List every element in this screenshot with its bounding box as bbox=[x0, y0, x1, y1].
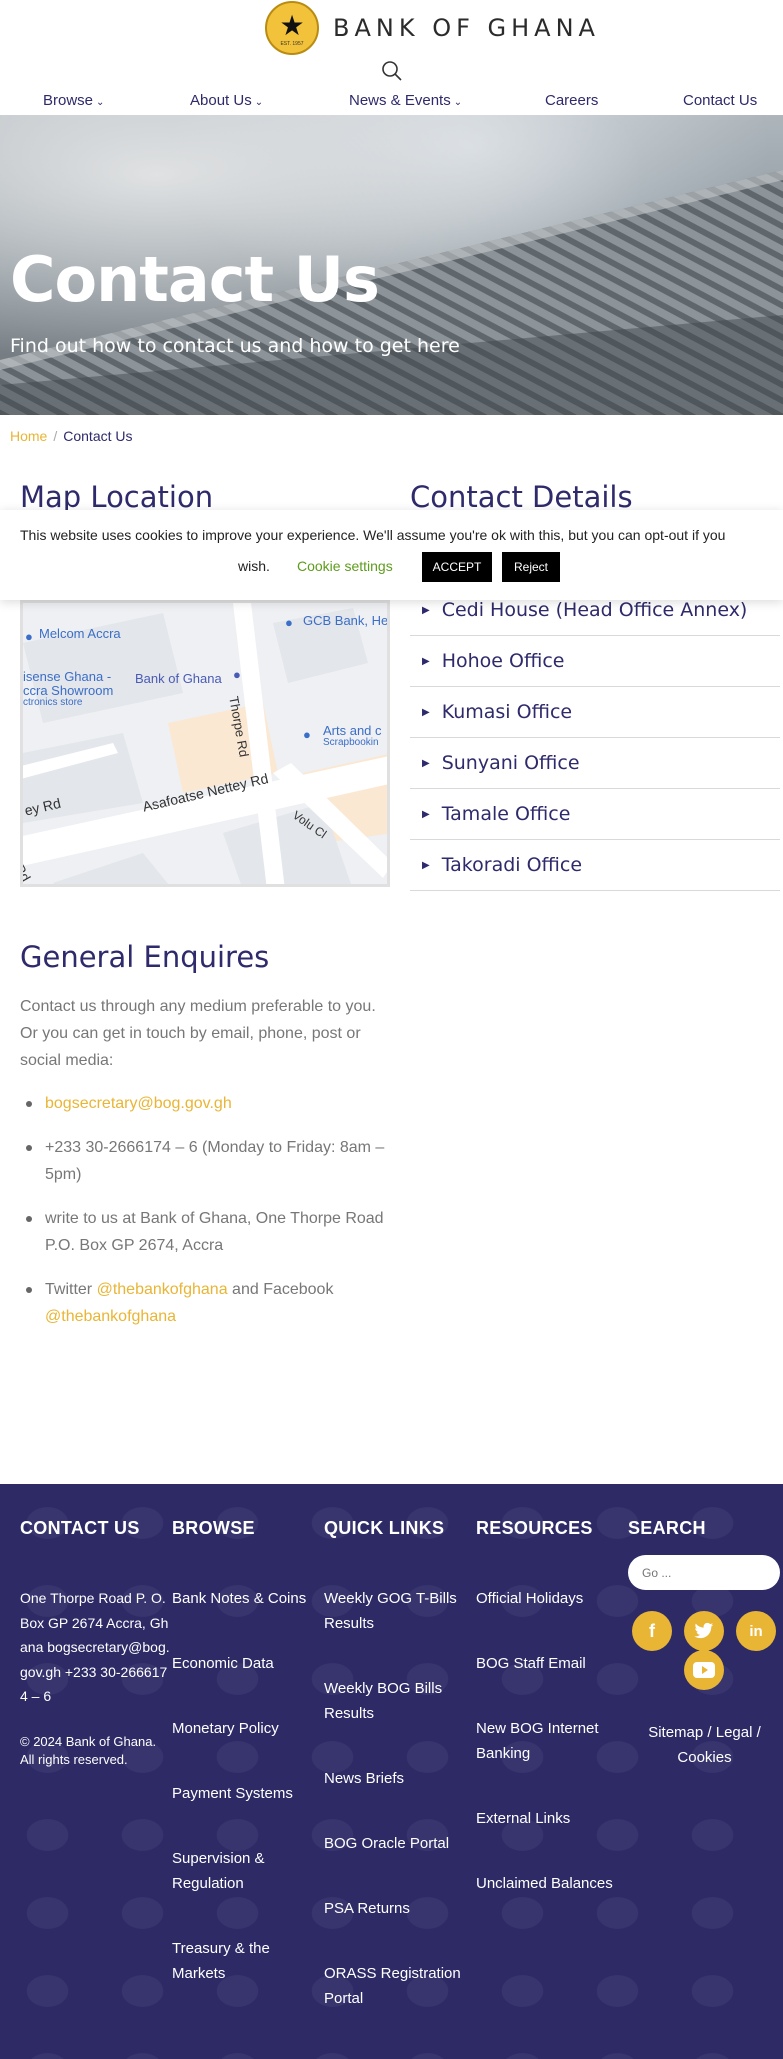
list-item: write to us at Bank of Ghana, One Thorpe… bbox=[20, 1205, 390, 1259]
enquiries-list: bogsecretary@bog.gov.gh +233 30-2666174 … bbox=[20, 1090, 390, 1347]
youtube-icon[interactable] bbox=[684, 1650, 724, 1690]
footer-link[interactable]: Weekly GOG T-Bills Results bbox=[324, 1586, 474, 1636]
hero-banner: Contact Us Find out how to contact us an… bbox=[0, 115, 783, 415]
footer-link[interactable]: BOG Oracle Portal bbox=[324, 1831, 474, 1856]
footer-address: One Thorpe Road P. O. Box GP 2674 Accra,… bbox=[20, 1590, 170, 1704]
footer-link[interactable]: Monetary Policy bbox=[172, 1716, 322, 1741]
google-map[interactable]: ● Melcom Accra ● GCB Bank, He isense Gha… bbox=[20, 600, 390, 887]
footer-browse-heading: BROWSE bbox=[172, 1518, 255, 1538]
site-footer: CONTACT US One Thorpe Road P. O. Box GP … bbox=[0, 1484, 783, 2059]
map-pin-gcb-icon: ● bbox=[285, 615, 293, 630]
contact-details-heading: Contact Details bbox=[410, 480, 633, 514]
facebook-icon[interactable]: f bbox=[632, 1611, 672, 1651]
caret-right-icon: ▶ bbox=[422, 604, 430, 616]
facebook-link[interactable]: @thebankofghana bbox=[45, 1308, 176, 1325]
breadcrumb-separator: / bbox=[53, 428, 58, 444]
footer-link[interactable]: Weekly BOG Bills Results bbox=[324, 1676, 474, 1726]
caret-right-icon: ▶ bbox=[422, 655, 430, 667]
footer-link[interactable]: Unclaimed Balances bbox=[476, 1871, 628, 1896]
main-nav: Browse ⌄ About Us ⌄ News & Events ⌄ Careers… bbox=[0, 92, 783, 114]
nav-careers[interactable]: Careers bbox=[545, 92, 598, 109]
logo[interactable]: ★ EST. 1957 BANK OF GHANA bbox=[265, 0, 600, 56]
footer-link[interactable]: Payment Systems bbox=[172, 1781, 322, 1806]
nav-news-events[interactable]: News & Events ⌄ bbox=[349, 92, 462, 109]
footer-resources: RESOURCES Official Holidays BOG Staff Em… bbox=[476, 1518, 628, 1936]
footer-link[interactable]: Economic Data bbox=[172, 1651, 322, 1676]
footer-link[interactable]: Supervision & Regulation bbox=[172, 1846, 322, 1896]
footer-browse: BROWSE Bank Notes & Coins Economic Data … bbox=[172, 1518, 322, 2026]
list-item: +233 30-2666174 – 6 (Monday to Friday: 8… bbox=[20, 1134, 390, 1188]
office-item[interactable]: ▶ Tamale Office bbox=[410, 789, 780, 840]
footer-resources-heading: RESOURCES bbox=[476, 1518, 593, 1538]
footer-link[interactable]: PSA Returns bbox=[324, 1896, 474, 1921]
footer-link[interactable]: New BOG Internet Banking bbox=[476, 1716, 628, 1766]
footer-link[interactable]: Bank Notes & Coins bbox=[172, 1586, 322, 1611]
cookie-accept-button[interactable]: ACCEPT bbox=[422, 552, 492, 582]
chevron-down-icon: ⌄ bbox=[254, 97, 264, 108]
site-header: ★ EST. 1957 BANK OF GHANA Browse ⌄ About … bbox=[0, 0, 783, 115]
footer-link[interactable]: BOG Staff Email bbox=[476, 1651, 628, 1676]
footer-link[interactable]: ORASS Registration Portal bbox=[324, 1961, 474, 2011]
enquiries-heading: General Enquires bbox=[20, 940, 270, 974]
cookie-settings-link[interactable]: Cookie settings bbox=[297, 558, 393, 574]
office-item[interactable]: ▶ Hohoe Office bbox=[410, 636, 780, 687]
chevron-down-icon: ⌄ bbox=[453, 97, 463, 108]
sitemap-legal-cookies-link[interactable]: Sitemap / Legal / Cookies bbox=[632, 1720, 777, 1770]
office-item[interactable]: ▶ Takoradi Office bbox=[410, 840, 780, 891]
caret-right-icon: ▶ bbox=[422, 808, 430, 820]
search-icon[interactable] bbox=[381, 60, 403, 82]
map-pin-melcom-icon: ● bbox=[25, 629, 33, 644]
logo-seal-icon: ★ EST. 1957 bbox=[265, 1, 319, 55]
footer-contact: CONTACT US One Thorpe Road P. O. Box GP … bbox=[20, 1518, 170, 1769]
footer-contact-heading: CONTACT US bbox=[20, 1518, 140, 1538]
nav-browse[interactable]: Browse ⌄ bbox=[43, 92, 104, 109]
footer-quick-links: QUICK LINKS Weekly GOG T-Bills Results W… bbox=[324, 1518, 474, 2051]
enquiries-intro: Contact us through any medium preferable… bbox=[20, 998, 376, 1069]
nav-about-us[interactable]: About Us ⌄ bbox=[190, 92, 263, 109]
footer-search-heading: SEARCH bbox=[628, 1518, 706, 1538]
logo-text: BANK OF GHANA bbox=[333, 14, 600, 42]
footer-link[interactable]: Treasury & the Markets bbox=[172, 1936, 322, 1986]
breadcrumb: Home / Contact Us bbox=[10, 428, 133, 444]
caret-right-icon: ▶ bbox=[422, 859, 430, 871]
footer-link[interactable]: Official Holidays bbox=[476, 1586, 628, 1611]
linkedin-icon[interactable]: in bbox=[736, 1611, 776, 1651]
footer-link[interactable]: News Briefs bbox=[324, 1766, 474, 1791]
footer-search: SEARCH bbox=[628, 1518, 780, 1590]
list-item: Twitter @thebankofghana and Facebook @th… bbox=[20, 1276, 390, 1330]
breadcrumb-home[interactable]: Home bbox=[10, 428, 47, 444]
hero-subtitle: Find out how to contact us and how to ge… bbox=[10, 335, 460, 357]
footer-quick-links-heading: QUICK LINKS bbox=[324, 1518, 445, 1538]
cookie-message: This website uses cookies to improve you… bbox=[20, 527, 726, 543]
list-item: bogsecretary@bog.gov.gh bbox=[20, 1090, 390, 1117]
footer-search-input[interactable] bbox=[628, 1555, 780, 1590]
office-item[interactable]: ▶ Sunyani Office bbox=[410, 738, 780, 789]
chevron-down-icon: ⌄ bbox=[96, 97, 105, 108]
footer-link[interactable]: External Links bbox=[476, 1806, 628, 1831]
map-heading: Map Location bbox=[20, 480, 214, 514]
caret-right-icon: ▶ bbox=[422, 757, 430, 769]
footer-copyright: © 2024 Bank of Ghana. All rights reserve… bbox=[20, 1733, 157, 1767]
caret-right-icon: ▶ bbox=[422, 706, 430, 718]
office-item[interactable]: ▶ Kumasi Office bbox=[410, 687, 780, 738]
nav-contact-us[interactable]: Contact Us bbox=[683, 92, 757, 109]
cookie-banner: This website uses cookies to improve you… bbox=[0, 510, 783, 600]
office-accordion: ▶ Cedi House (Head Office Annex) ▶ Hohoe O… bbox=[410, 585, 780, 891]
cookie-message-end: wish. bbox=[238, 558, 270, 574]
twitter-link[interactable]: @thebankofghana bbox=[97, 1281, 228, 1298]
breadcrumb-current: Contact Us bbox=[63, 428, 133, 444]
email-link[interactable]: bogsecretary@bog.gov.gh bbox=[45, 1095, 232, 1112]
cookie-reject-button[interactable]: Reject bbox=[502, 552, 560, 582]
map-pin-bog-icon: ● bbox=[233, 667, 241, 682]
map-pin-arts-icon: ● bbox=[303, 727, 311, 742]
hero-title: Contact Us bbox=[10, 243, 380, 316]
twitter-icon[interactable] bbox=[684, 1611, 724, 1651]
